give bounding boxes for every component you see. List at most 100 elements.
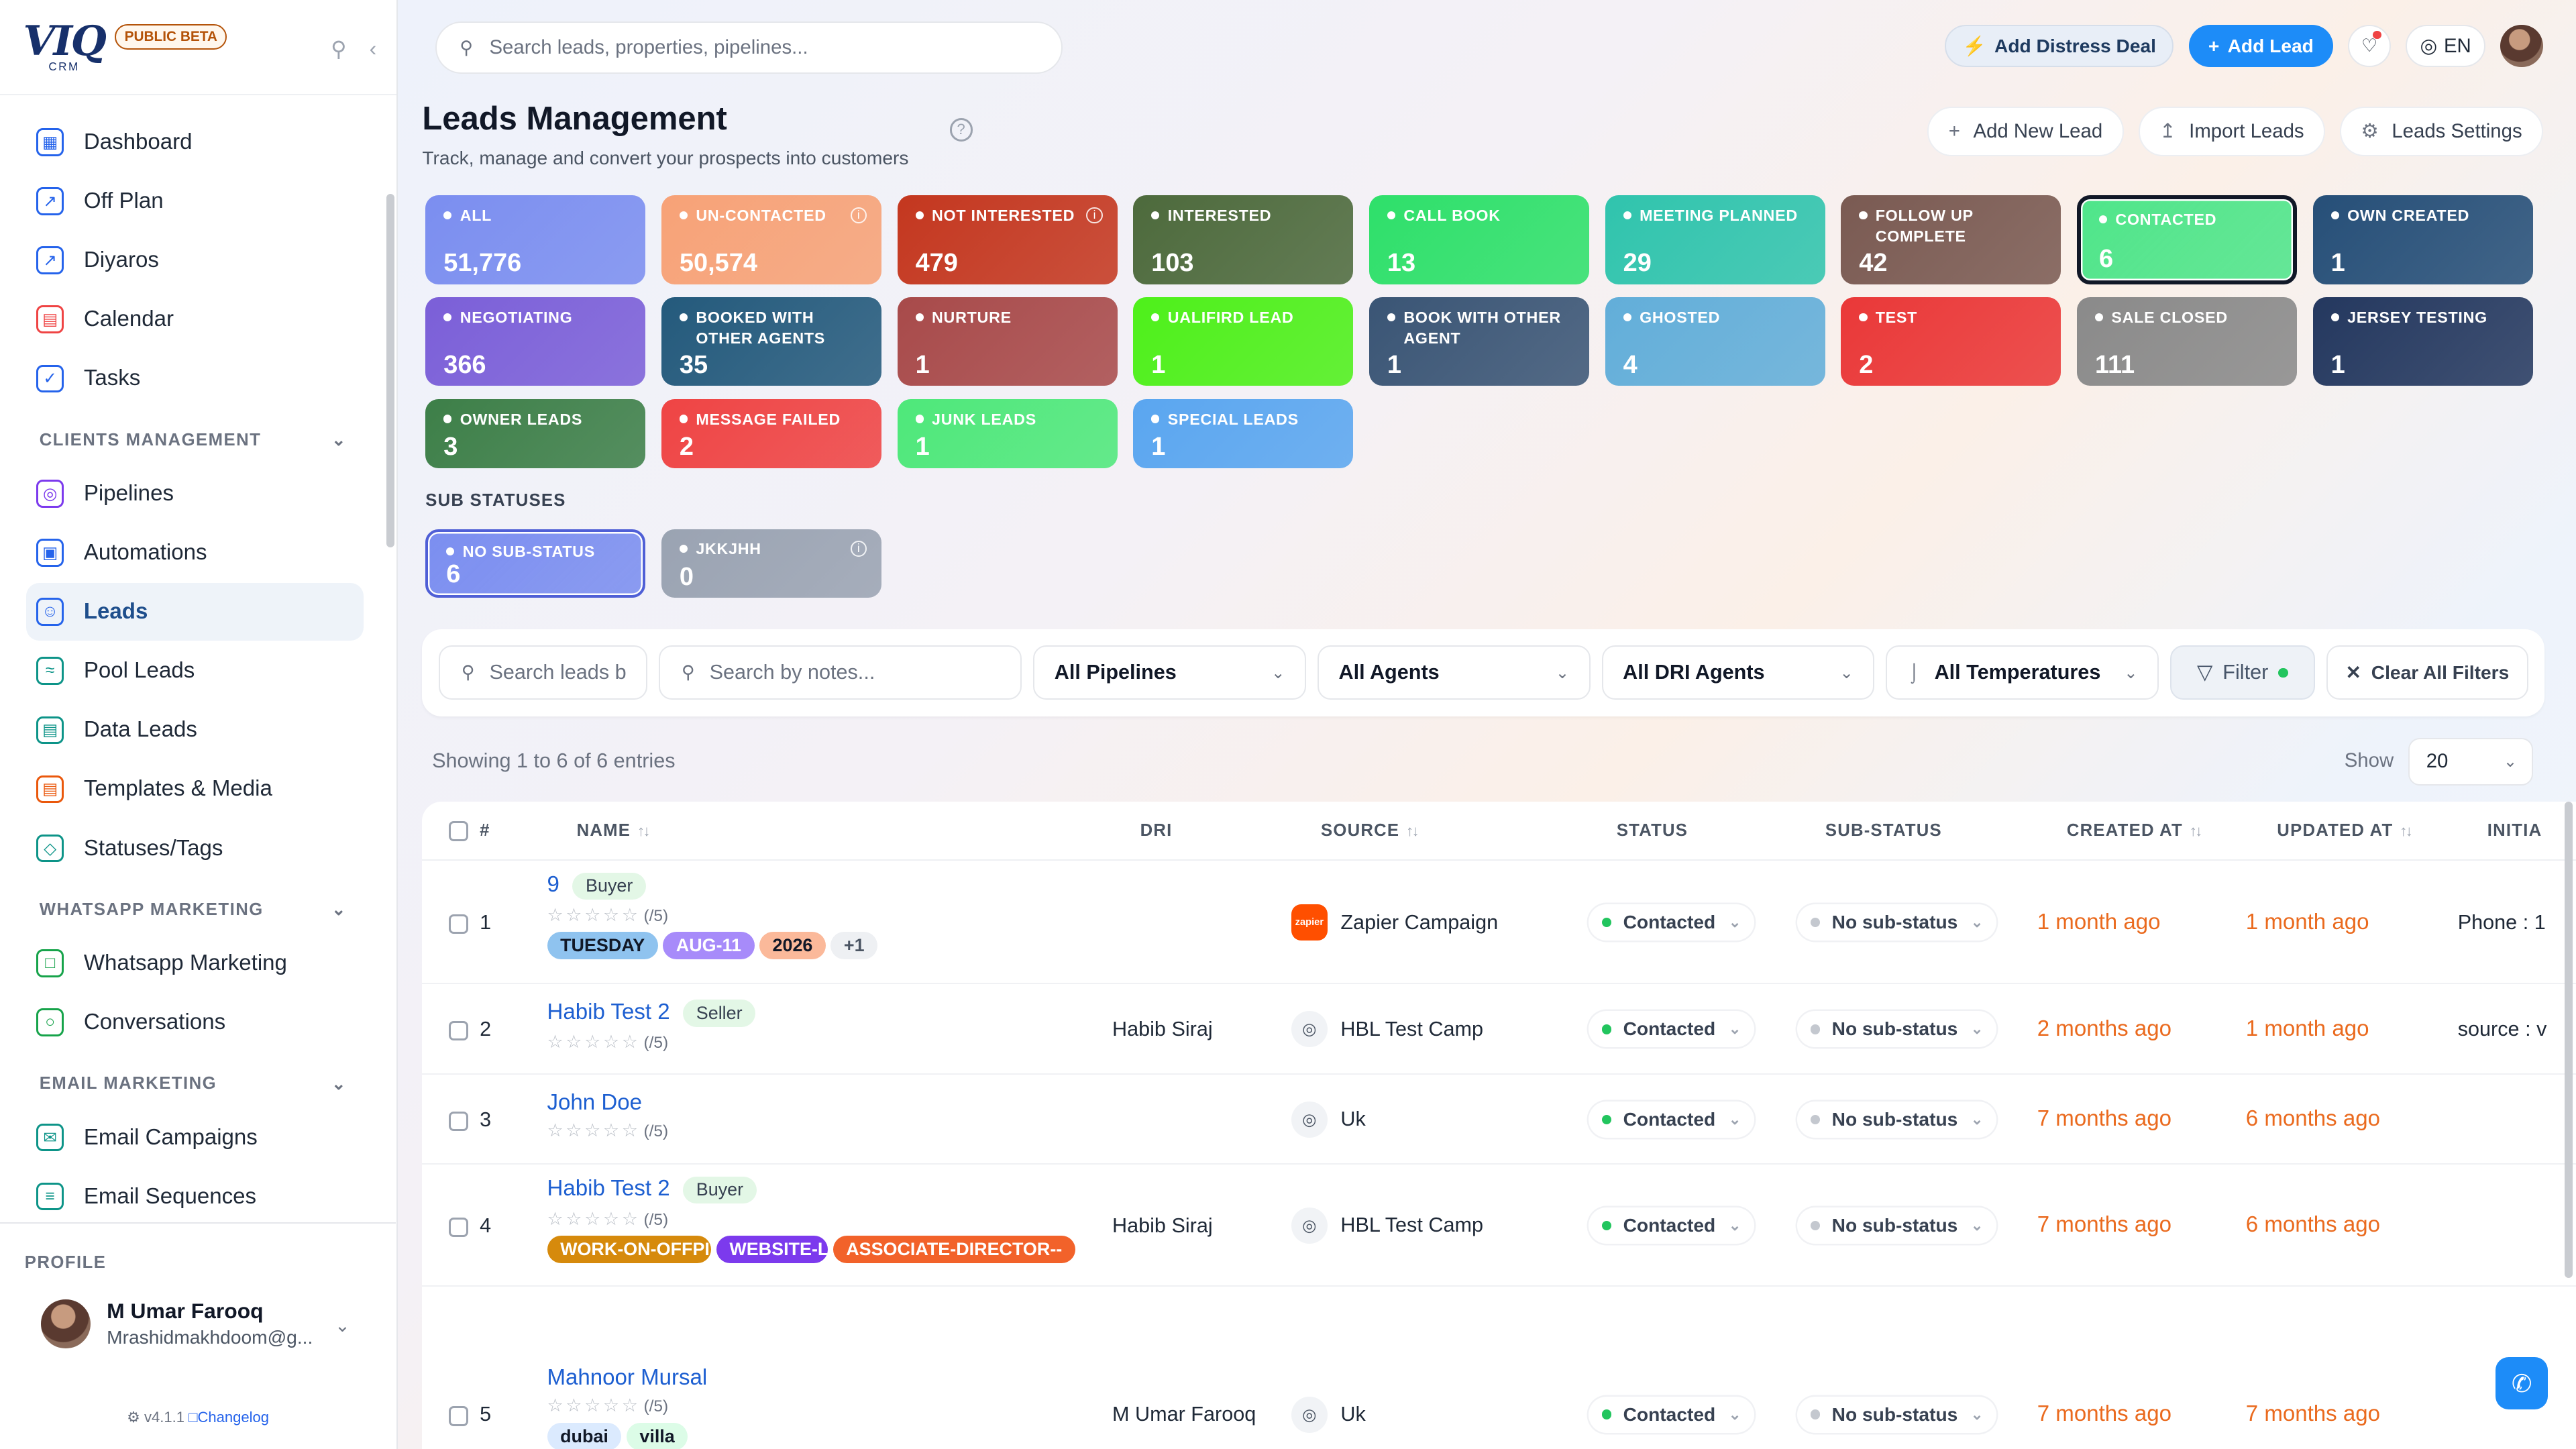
status-card-call-book[interactable]: CALL BOOK 13 [1368, 195, 1590, 284]
info-icon[interactable]: i [850, 540, 867, 557]
status-card-jersey-testing[interactable]: JERSEY TESTING 1 [2312, 297, 2533, 386]
select-all-checkbox[interactable] [448, 821, 468, 841]
rating-stars[interactable]: ☆☆☆☆☆ (/5) [547, 1209, 1081, 1230]
language-selector[interactable]: ◎ EN [2405, 24, 2486, 68]
info-icon[interactable]: i [1086, 207, 1103, 224]
status-card-special-leads[interactable]: SPECIAL LEADS 1 [1133, 399, 1354, 468]
lead-name-link[interactable]: Mahnoor Mursal [547, 1365, 708, 1390]
status-dropdown[interactable]: Contacted ⌄ [1589, 1011, 1754, 1048]
sidebar-item-email-sequences[interactable]: ≡ Email Sequences [26, 1168, 364, 1222]
row-checkbox[interactable] [448, 1406, 468, 1426]
status-card-un-contacted[interactable]: UN-CONTACTED 50,574 i [661, 195, 882, 284]
sidebar-item-tasks[interactable]: ✓ Tasks [26, 350, 364, 408]
changelog-link[interactable]: Changelog [197, 1409, 269, 1426]
global-search-input[interactable]: ⚲ Search leads, properties, pipelines... [435, 21, 1063, 74]
sidebar-item-statuses-tags[interactable]: ◇ Statuses/Tags [26, 820, 364, 877]
notification-bell-icon[interactable]: ♡ [2348, 24, 2391, 68]
sub-status-dropdown[interactable]: No sub-status ⌄ [1797, 1396, 1996, 1433]
search-notes-input[interactable]: ⚲ Search by notes... [659, 645, 1022, 700]
sidebar-item-pool-leads[interactable]: ≈ Pool Leads [26, 642, 364, 700]
status-card-all[interactable]: ALL 51,776 [425, 195, 646, 284]
sidebar-item-data-leads[interactable]: ▤ Data Leads [26, 701, 364, 759]
status-dropdown[interactable]: Contacted ⌄ [1589, 1396, 1754, 1433]
rating-stars[interactable]: ☆☆☆☆☆ (/5) [547, 905, 883, 926]
section-email-marketing[interactable]: EMAIL MARKETING ⌄ [40, 1061, 347, 1108]
sidebar-item-pipelines[interactable]: ◎ Pipelines [26, 465, 364, 523]
col-updated-at[interactable]: UPDATED AT ↑↓ [2277, 821, 2412, 841]
row-checkbox[interactable] [448, 1021, 468, 1041]
lead-name-link[interactable]: Habib Test 2 [547, 1176, 670, 1201]
status-card-test[interactable]: TEST 2 [1841, 297, 2061, 386]
status-card-junk-leads[interactable]: JUNK LEADS 1 [897, 399, 1118, 468]
status-card-follow-up-complete[interactable]: FOLLOW UP COMPLETE 42 [1841, 195, 2061, 284]
sub-status-dropdown[interactable]: No sub-status ⌄ [1797, 904, 1996, 941]
sidebar-item-conversations[interactable]: ○ Conversations [26, 994, 364, 1051]
sub-status-dropdown[interactable]: No sub-status ⌄ [1797, 1102, 1996, 1138]
sidebar-item-diyaros[interactable]: ↗ Diyaros [26, 231, 364, 289]
sidebar-scrollbar[interactable] [386, 193, 395, 547]
row-checkbox[interactable] [448, 1217, 468, 1238]
lead-name-link[interactable]: Habib Test 2 [547, 1000, 670, 1024]
status-card-ghosted[interactable]: GHOSTED 4 [1605, 297, 1825, 386]
sub-status-card-jkkjhh[interactable]: JKKJHH 0 i [661, 529, 882, 598]
sidebar-item-whatsapp-marketing[interactable]: □ Whatsapp Marketing [26, 934, 364, 992]
logo[interactable]: VIQ CRM [16, 20, 111, 74]
section-whatsapp-marketing[interactable]: WHATSAPP MARKETING ⌄ [40, 887, 347, 933]
col-created-at[interactable]: CREATED AT ↑↓ [2067, 821, 2202, 841]
status-card-meeting-planned[interactable]: MEETING PLANNED 29 [1605, 195, 1825, 284]
table-row[interactable]: 1 9 Buyer ☆☆☆☆☆ (/5) TUESDAY AUG-11 2026 +1 zapie… [422, 861, 2576, 984]
main-scrollbar[interactable] [2564, 802, 2573, 1279]
status-card-not-interested[interactable]: NOT INTERESTED 479 i [897, 195, 1118, 284]
sidebar-item-templates-media[interactable]: ▤ Templates & Media [26, 761, 364, 818]
phone-call-button[interactable]: ✆ [2496, 1356, 2548, 1410]
rating-stars[interactable]: ☆☆☆☆☆ (/5) [547, 1120, 669, 1141]
row-checkbox[interactable] [448, 1111, 468, 1132]
user-avatar[interactable] [2500, 24, 2544, 68]
table-row[interactable]: 4 Habib Test 2 Buyer ☆☆☆☆☆ (/5) WORK-ON-OFFPI… [422, 1165, 2576, 1287]
search-icon[interactable]: ⚲ [331, 36, 346, 62]
lead-name-link[interactable]: 9 [547, 872, 559, 897]
chevron-down-icon[interactable]: ⌄ [335, 1316, 350, 1336]
status-card-negotiating[interactable]: NEGOTIATING 366 [425, 297, 646, 386]
pipelines-select[interactable]: All Pipelines ⌄ [1033, 645, 1306, 700]
sub-status-card-no-sub-status[interactable]: NO SUB-STATUS 6 [425, 529, 646, 598]
status-dropdown[interactable]: Contacted ⌄ [1589, 1208, 1754, 1244]
filter-button[interactable]: ▽ Filter [2170, 645, 2315, 700]
status-card-booked-with-other-agents[interactable]: BOOKED WITH OTHER AGENTS 35 [661, 297, 882, 386]
row-checkbox[interactable] [448, 914, 468, 934]
status-dropdown[interactable]: Contacted ⌄ [1589, 904, 1754, 941]
sidebar-item-dashboard[interactable]: ▦ Dashboard [26, 113, 364, 171]
status-card-message-failed[interactable]: MESSAGE FAILED 2 [661, 399, 882, 468]
status-card-sale-closed[interactable]: SALE CLOSED 111 [2077, 297, 2298, 386]
lead-name-link[interactable]: John Doe [547, 1090, 642, 1115]
sidebar-item-off-plan[interactable]: ↗ Off Plan [26, 172, 364, 230]
collapse-sidebar-icon[interactable]: ‹ [370, 36, 377, 62]
sidebar-item-leads[interactable]: ☺ Leads [26, 583, 364, 641]
leads-settings-button[interactable]: ⚙ Leads Settings [2340, 107, 2544, 156]
table-row[interactable]: 3 John Doe ☆☆☆☆☆ (/5) ◎ Uk Contacted ⌄ No sub-st… [422, 1075, 2576, 1165]
profile-card[interactable]: M Umar Farooq Mrashidmakhdoom@g... ⌄ [0, 1273, 396, 1348]
status-card-ualifird-lead[interactable]: UALIFIRD LEAD 1 [1133, 297, 1354, 386]
sidebar-item-calendar[interactable]: ▤ Calendar [26, 290, 364, 348]
col-source[interactable]: SOURCE ↑↓ [1321, 821, 1419, 841]
dri-agents-select[interactable]: All DRI Agents ⌄ [1601, 645, 1875, 700]
status-card-own-created[interactable]: OWN CREATED 1 [2312, 195, 2533, 284]
status-card-owner-leads[interactable]: OWNER LEADS 3 [425, 399, 646, 468]
sub-status-dropdown[interactable]: No sub-status ⌄ [1797, 1208, 1996, 1244]
add-lead-button[interactable]: + Add Lead [2188, 24, 2334, 68]
rating-stars[interactable]: ☆☆☆☆☆ (/5) [547, 1395, 708, 1416]
sub-status-dropdown[interactable]: No sub-status ⌄ [1797, 1011, 1996, 1048]
status-dropdown[interactable]: Contacted ⌄ [1589, 1102, 1754, 1138]
agents-select[interactable]: All Agents ⌄ [1318, 645, 1591, 700]
info-icon[interactable]: i [850, 207, 867, 224]
clear-all-filters-button[interactable]: ✕ Clear All Filters [2326, 645, 2528, 700]
table-row[interactable]: 2 Habib Test 2 Seller ☆☆☆☆☆ (/5) Habib Siraj ◎… [422, 984, 2576, 1075]
status-card-contacted[interactable]: CONTACTED 6 [2077, 195, 2298, 284]
add-distress-deal-button[interactable]: ⚡ Add Distress Deal [1945, 24, 2174, 68]
col-name[interactable]: NAME ↑↓ [577, 821, 651, 841]
status-card-nurture[interactable]: NURTURE 1 [897, 297, 1118, 386]
add-new-lead-button[interactable]: + Add New Lead [1927, 107, 2124, 156]
sidebar-item-email-campaigns[interactable]: ✉ Email Campaigns [26, 1109, 364, 1167]
status-card-book-with-other-agent[interactable]: BOOK WITH OTHER AGENT 1 [1368, 297, 1590, 386]
per-page-select[interactable]: 20 ⌄ [2408, 737, 2534, 786]
